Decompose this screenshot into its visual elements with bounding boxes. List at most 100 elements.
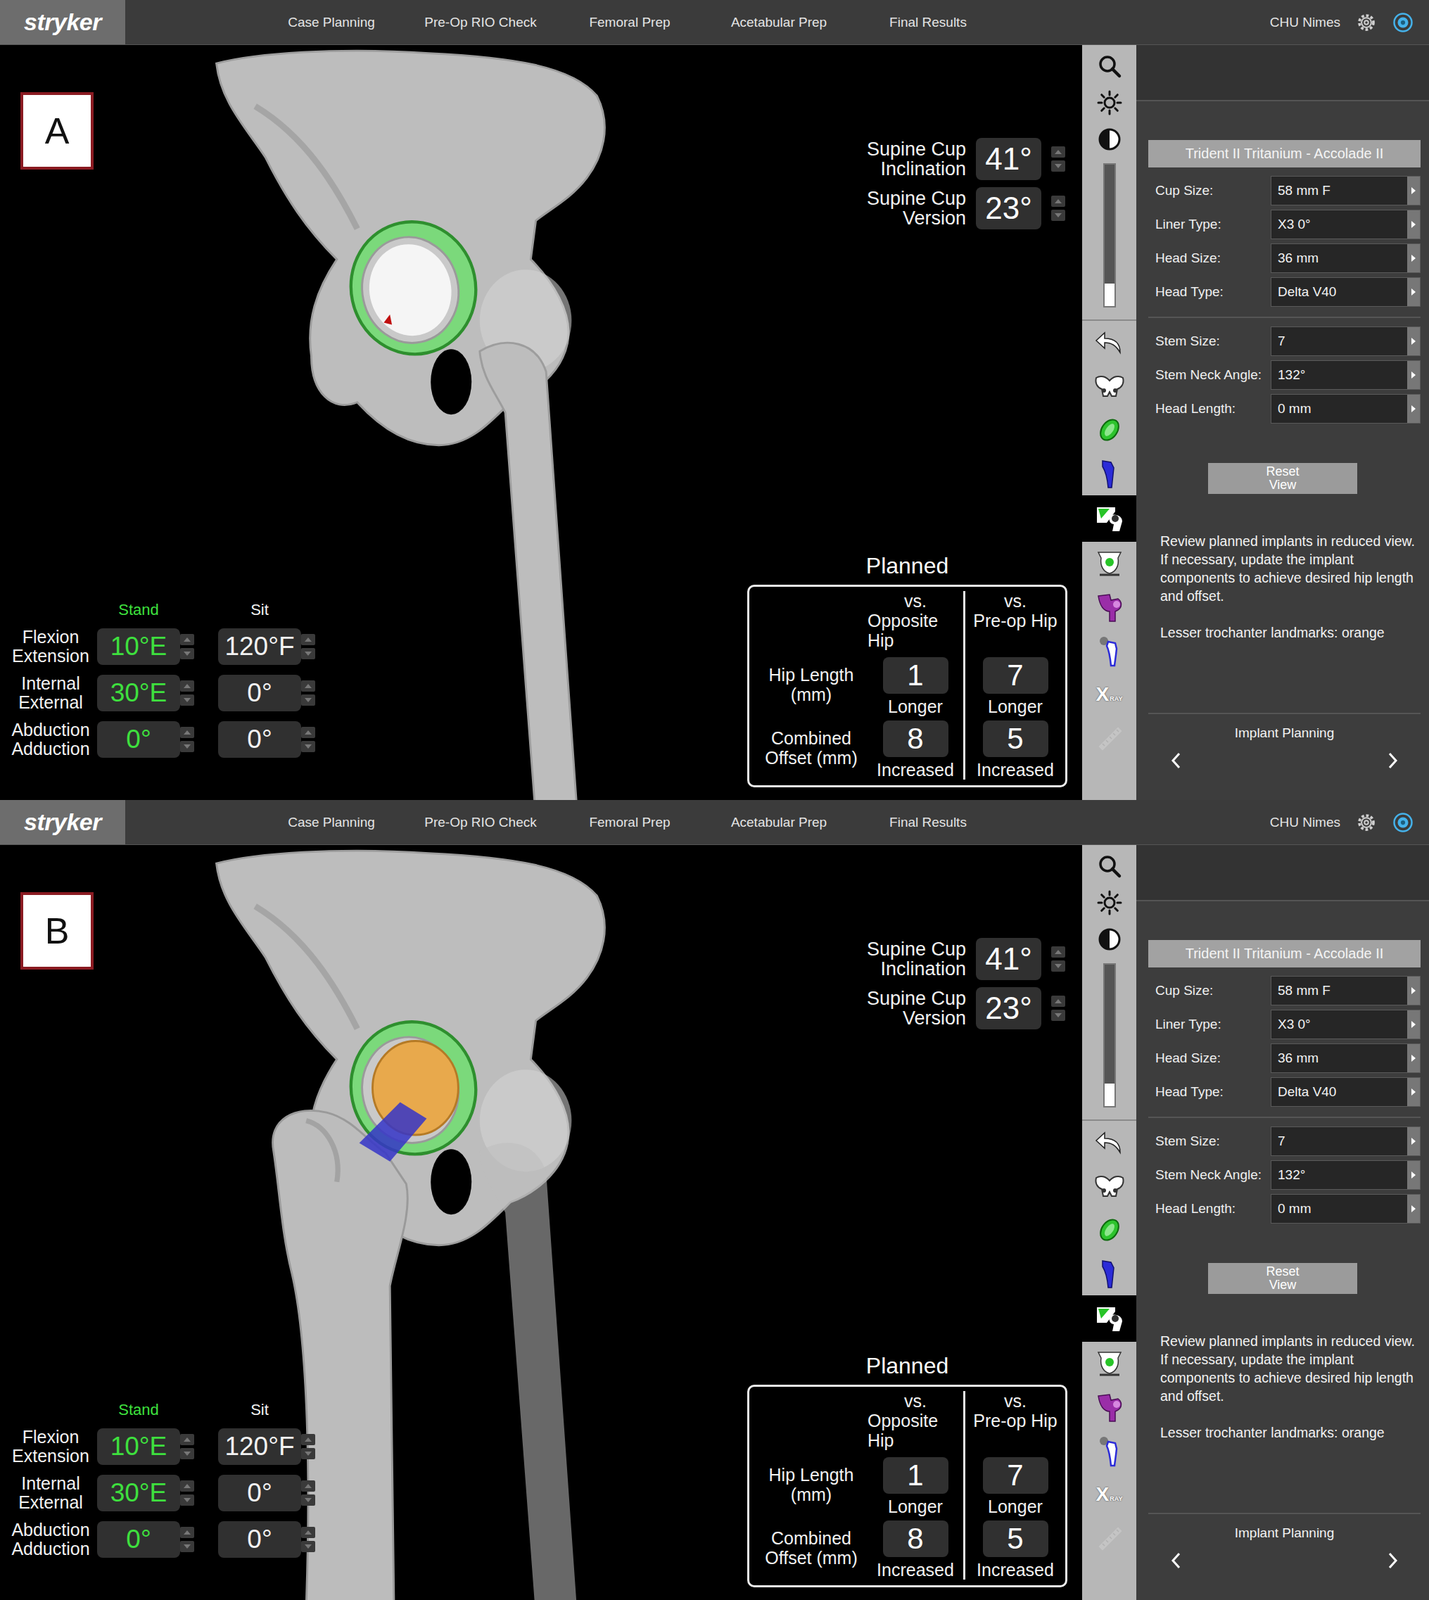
down-arrow-icon[interactable] [1051,160,1066,172]
dropdown-arrow-icon[interactable] [1410,219,1418,230]
up-arrow-icon[interactable] [301,1526,316,1539]
xray-icon[interactable]: XRAY [1096,684,1123,705]
motion-value[interactable]: 0° [97,1521,181,1558]
up-arrow-icon[interactable] [1051,946,1066,958]
down-arrow-icon[interactable] [301,1494,316,1506]
dropdown-tab[interactable] [1407,394,1420,423]
search-icon[interactable] [1095,852,1124,881]
up-arrow-icon[interactable] [301,726,316,739]
pelvis-icon[interactable] [1093,1172,1126,1201]
gear-icon[interactable] [1355,811,1377,834]
reset-view-button[interactable]: Reset View [1208,1262,1358,1294]
xray-icon[interactable]: XRAY [1096,1484,1123,1505]
dropdown-arrow-icon[interactable] [1410,1019,1418,1030]
dropdown-arrow-icon[interactable] [1410,1203,1418,1214]
nav-tab[interactable]: Final Results [853,814,1003,831]
tool-button[interactable] [1082,541,1137,586]
nav-tab[interactable]: Pre-Op RIO Check [405,814,556,831]
cup-icon[interactable] [1095,415,1124,444]
viewport-3d[interactable]: BSupine CupInclination41°Supine CupVersi… [0,845,1083,1600]
up-arrow-icon[interactable] [1051,195,1066,207]
up-arrow-icon[interactable] [180,1433,195,1446]
previous-icon[interactable] [1169,750,1184,771]
dropdown[interactable]: 7 [1270,326,1421,357]
down-arrow-icon[interactable] [1051,1009,1066,1021]
tool-button[interactable] [1082,495,1137,542]
down-arrow-icon[interactable] [301,1447,316,1460]
tool-button[interactable] [1082,1208,1137,1252]
dropdown-tab[interactable] [1407,210,1420,239]
tool-button[interactable] [1082,121,1137,158]
tool-button[interactable] [1082,716,1137,760]
dropdown-tab[interactable] [1407,277,1420,307]
dropdown[interactable]: X3 0° [1270,209,1421,240]
undo-icon[interactable] [1093,328,1126,357]
dropdown-arrow-icon[interactable] [1410,253,1418,264]
nav-tab[interactable]: Acetabular Prep [704,814,854,831]
viewport-3d[interactable]: ASupine CupInclination41°Supine CupVersi… [0,45,1083,800]
down-arrow-icon[interactable] [301,694,316,706]
nav-tab[interactable]: Pre-Op RIO Check [405,14,556,31]
dropdown-arrow-icon[interactable] [1410,185,1418,196]
brightness-icon[interactable] [1095,888,1124,917]
dropdown[interactable]: 58 mm F [1270,175,1421,206]
next-icon[interactable] [1385,750,1400,771]
nav-tab[interactable]: Final Results [853,14,1003,31]
up-arrow-icon[interactable] [180,1526,195,1539]
dropdown-tab[interactable] [1407,1160,1420,1190]
motion-value[interactable]: 30°E [97,1474,181,1512]
motion-value[interactable]: 0° [218,674,302,712]
ruler-icon[interactable] [1094,722,1126,754]
tool-button[interactable] [1082,1429,1137,1473]
down-arrow-icon[interactable] [1051,960,1066,972]
down-arrow-icon[interactable] [180,694,195,706]
dropdown-arrow-icon[interactable] [1410,1136,1418,1147]
tool-button[interactable] [1082,1164,1137,1209]
dropdown[interactable]: X3 0° [1270,1009,1421,1040]
dropdown-arrow-icon[interactable] [1410,370,1418,380]
landmark-icon[interactable] [1095,634,1124,668]
dropdown-arrow-icon[interactable] [1410,985,1418,996]
brightness-slider[interactable] [1103,963,1116,1108]
target-icon[interactable] [1094,1348,1126,1380]
ruler-icon[interactable] [1094,1522,1126,1554]
tool-button[interactable] [1082,1295,1137,1342]
up-arrow-icon[interactable] [180,633,195,646]
dropdown[interactable]: 0 mm [1270,394,1421,424]
dropdown-tab[interactable] [1407,360,1420,390]
dropdown-tab[interactable] [1407,1077,1420,1107]
target-icon[interactable] [1094,548,1126,580]
nav-tab[interactable]: Femoral Prep [555,814,705,831]
tool-button[interactable] [1082,884,1137,922]
tool-button[interactable] [1082,364,1137,409]
motion-column-header[interactable]: Sit [218,1400,302,1420]
stem-icon[interactable] [1095,458,1124,489]
up-arrow-icon[interactable] [301,633,316,646]
motion-column-header[interactable]: Sit [218,600,302,620]
dropdown[interactable]: 36 mm [1270,1043,1421,1073]
tool-button[interactable]: XRAY [1082,1472,1137,1517]
nav-tab[interactable]: Case Planning [256,14,406,31]
dropdown-arrow-icon[interactable] [1410,287,1418,297]
motion-column-header[interactable]: Stand [97,600,181,620]
tool-button[interactable] [1082,1341,1137,1386]
motion-value[interactable]: 120°F [218,628,302,665]
dropdown-arrow-icon[interactable] [1410,1170,1418,1180]
down-arrow-icon[interactable] [301,648,316,660]
dropdown-tab[interactable] [1407,1127,1420,1156]
tool-button[interactable] [1082,1385,1137,1429]
up-arrow-icon[interactable] [301,1480,316,1492]
tool-button[interactable] [1082,84,1137,122]
motion-value[interactable]: 120°F [218,1428,302,1465]
down-arrow-icon[interactable] [180,1494,195,1506]
dropdown-arrow-icon[interactable] [1410,1087,1418,1097]
up-arrow-icon[interactable] [301,680,316,692]
tool-button[interactable] [1082,1120,1137,1165]
tool-button[interactable] [1082,408,1137,452]
down-arrow-icon[interactable] [301,740,316,753]
tool-button[interactable] [1082,47,1137,85]
up-arrow-icon[interactable] [180,1480,195,1492]
down-arrow-icon[interactable] [1051,209,1066,221]
previous-icon[interactable] [1169,1550,1184,1571]
dropdown[interactable]: 58 mm F [1270,975,1421,1006]
